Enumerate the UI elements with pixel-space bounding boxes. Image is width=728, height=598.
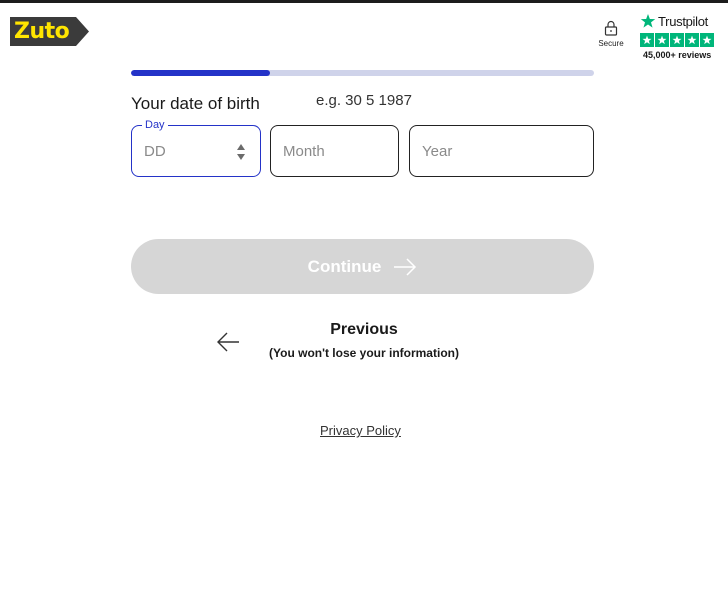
secure-label: Secure [598, 39, 624, 48]
previous-subtitle: (You won't lose your information) [269, 346, 459, 360]
previous-title: Previous [330, 321, 398, 338]
trustpilot-star-icon [640, 14, 656, 28]
continue-label: Continue [307, 256, 382, 276]
trustpilot-reviews: 45,000+ reviews [643, 50, 712, 60]
top-border [0, 0, 728, 3]
trustpilot-widget[interactable]: Trustpilot 45,000+ reviews [640, 12, 720, 60]
continue-button[interactable]: Continue [131, 239, 594, 294]
year-input[interactable] [410, 126, 593, 176]
rating-star-icon [670, 33, 684, 47]
arrow-right-icon [394, 257, 417, 276]
trustpilot-rating-stars [640, 33, 720, 47]
logo-text: Zuto [14, 19, 70, 44]
month-field [270, 125, 399, 177]
day-label: Day [142, 119, 168, 131]
dob-label: Your date of birth [131, 94, 260, 113]
lock-icon [604, 20, 618, 36]
rating-star-icon [700, 33, 714, 47]
rating-star-icon [640, 33, 654, 47]
arrow-left-icon [217, 332, 239, 352]
dob-example: e.g. 30 5 1987 [316, 92, 412, 109]
rating-star-icon [685, 33, 699, 47]
day-field: Day [131, 119, 261, 177]
zuto-logo[interactable]: Zuto [10, 17, 90, 46]
month-input[interactable] [271, 126, 398, 176]
spinner-arrows-icon[interactable] [236, 141, 246, 163]
previous-button[interactable]: Previous (You won't lose your informatio… [214, 321, 484, 363]
privacy-policy-link[interactable]: Privacy Policy [320, 423, 401, 438]
secure-badge: Secure [594, 20, 628, 48]
year-field [409, 125, 594, 177]
trustpilot-name: Trustpilot [658, 13, 708, 29]
rating-star-icon [655, 33, 669, 47]
progress-fill [131, 70, 270, 76]
progress-bar [131, 70, 594, 76]
